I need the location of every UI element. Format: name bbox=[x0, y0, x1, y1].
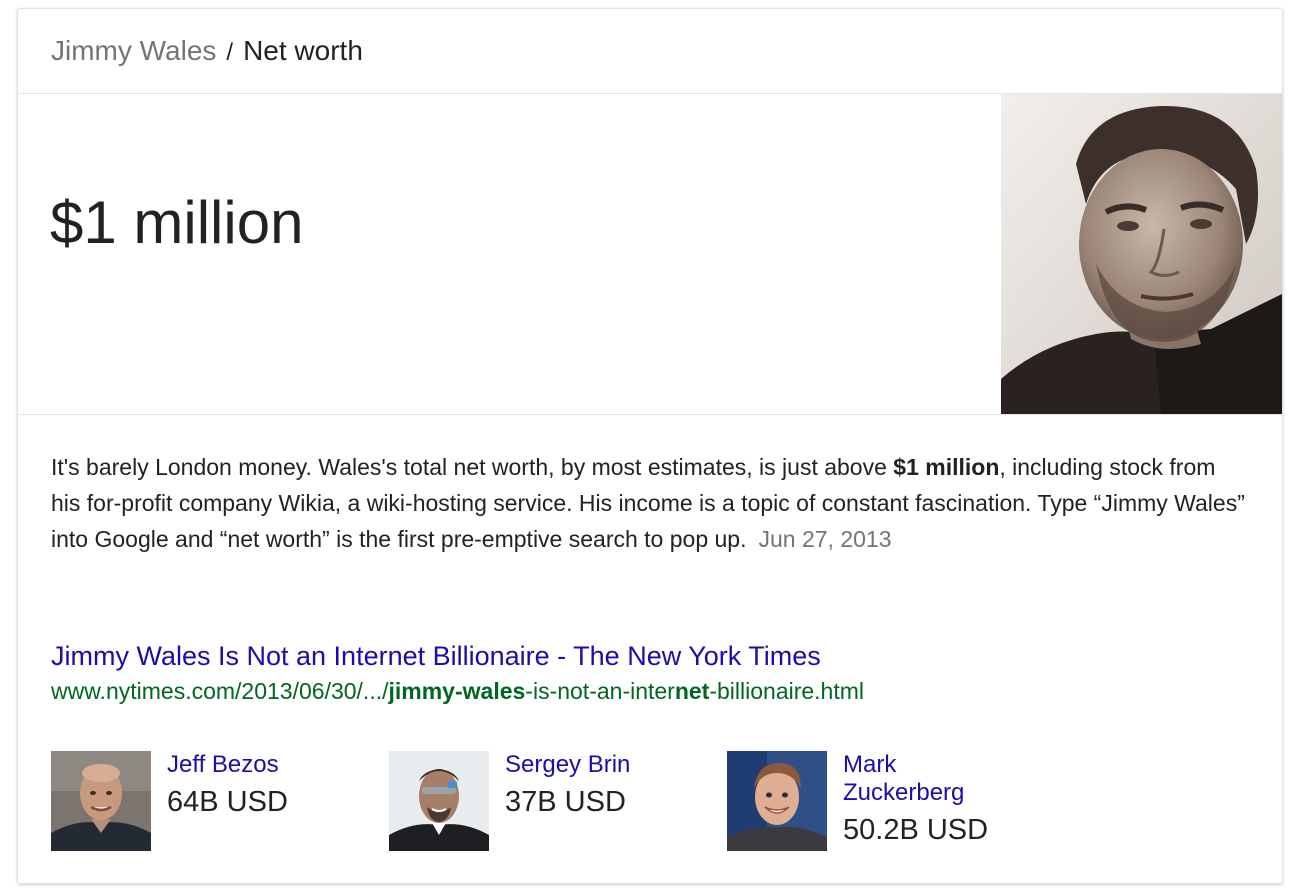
snippet-highlight: $1 million bbox=[893, 454, 1000, 480]
answer-hero: $1 million bbox=[18, 94, 1282, 415]
related-person-mark-zuckerberg: Mark Zuckerberg 50.2B USD bbox=[727, 751, 1057, 855]
featured-snippet: It's barely London money. Wales's total … bbox=[51, 449, 1251, 557]
breadcrumb: Jimmy Wales / Net worth bbox=[51, 35, 363, 69]
person-net-worth: 37B USD bbox=[505, 786, 626, 818]
related-people: Jeff Bezos 64B USD Sergey Brin 37B USD M… bbox=[51, 751, 1251, 855]
knowledge-card: Jimmy Wales / Net worth $1 million It's … bbox=[17, 8, 1283, 884]
breadcrumb-parent-link[interactable]: Jimmy Wales bbox=[51, 35, 216, 66]
person-name-link[interactable]: Jeff Bezos bbox=[167, 751, 347, 779]
snippet-date: Jun 27, 2013 bbox=[758, 526, 892, 552]
person-name-link[interactable]: Mark Zuckerberg bbox=[843, 751, 1023, 807]
url-part: www.nytimes.com/2013/06/30/.../ bbox=[51, 678, 389, 704]
person-net-worth: 50.2B USD bbox=[843, 814, 989, 846]
person-photo bbox=[51, 751, 151, 851]
source-result-url: www.nytimes.com/2013/06/30/.../jimmy-wal… bbox=[51, 676, 864, 706]
source-result-link[interactable]: Jimmy Wales Is Not an Internet Billionai… bbox=[51, 639, 821, 673]
snippet-text-before: It's barely London money. Wales's total … bbox=[51, 454, 894, 480]
person-photo bbox=[389, 751, 489, 851]
portrait-photo bbox=[1001, 94, 1282, 414]
url-part: -billionaire.html bbox=[709, 678, 865, 704]
related-person-sergey-brin: Sergey Brin 37B USD bbox=[389, 751, 719, 855]
related-person-jeff-bezos: Jeff Bezos 64B USD bbox=[51, 751, 381, 855]
person-photo bbox=[727, 751, 827, 851]
person-name-link[interactable]: Sergey Brin bbox=[505, 751, 685, 779]
breadcrumb-current: Net worth bbox=[243, 35, 363, 66]
breadcrumb-separator: / bbox=[226, 39, 234, 66]
avatar[interactable] bbox=[389, 751, 489, 851]
avatar[interactable] bbox=[51, 751, 151, 851]
card-header: Jimmy Wales / Net worth bbox=[18, 9, 1282, 94]
url-part-highlight: net bbox=[674, 678, 710, 704]
person-net-worth: 64B USD bbox=[167, 786, 288, 818]
avatar[interactable] bbox=[727, 751, 827, 851]
net-worth-amount: $1 million bbox=[50, 189, 304, 256]
portrait-image[interactable] bbox=[1001, 94, 1282, 414]
url-part-highlight: jimmy-wales bbox=[388, 678, 526, 704]
url-part: -is-not-an-inter bbox=[525, 678, 675, 704]
